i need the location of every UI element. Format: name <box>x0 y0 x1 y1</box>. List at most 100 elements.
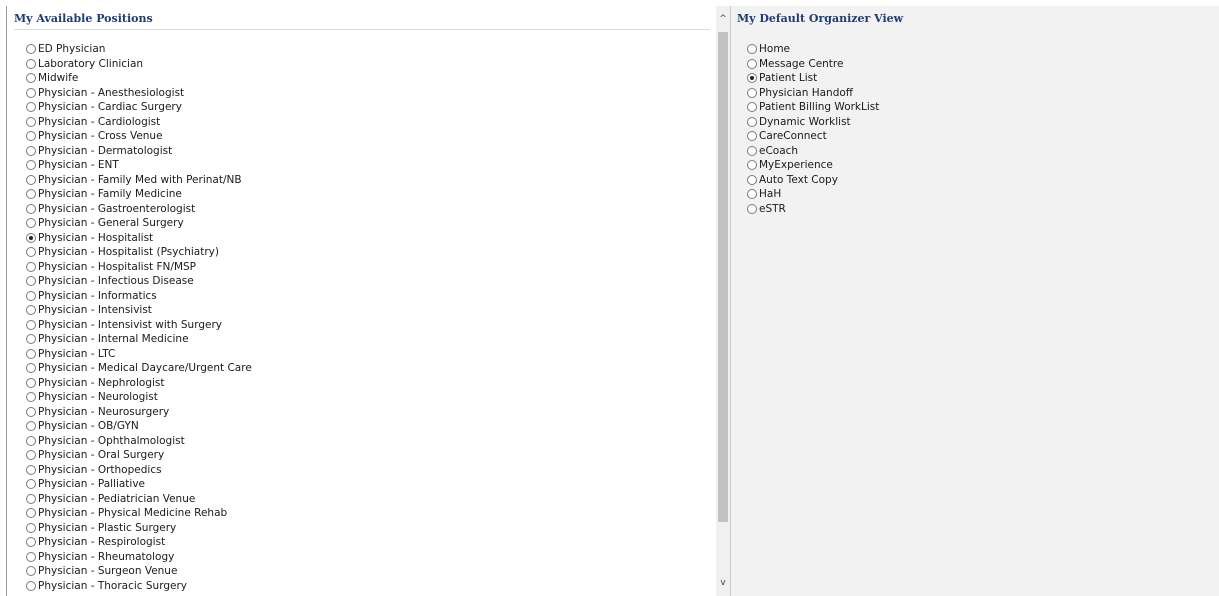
position-option[interactable]: Physician - Cardiac Surgery <box>26 100 252 115</box>
position-option[interactable]: Physician - Dermatologist <box>26 144 252 159</box>
radio-icon[interactable] <box>26 44 36 55</box>
position-option[interactable]: Physician - Informatics <box>26 289 252 304</box>
position-option[interactable]: Physician - Neurosurgery <box>26 405 252 420</box>
position-option[interactable]: Physician - Pediatrician Venue <box>26 492 252 507</box>
radio-icon[interactable] <box>26 551 36 562</box>
radio-icon[interactable] <box>26 406 36 417</box>
radio-icon[interactable] <box>26 334 36 345</box>
position-option[interactable]: Physician - Anesthesiologist <box>26 86 252 101</box>
position-option[interactable]: Physician - Family Med with Perinat/NB <box>26 173 252 188</box>
position-option[interactable]: Physician - Intensivist with Surgery <box>26 318 252 333</box>
radio-icon[interactable] <box>747 145 757 156</box>
position-option[interactable]: Physician - Ophthalmologist <box>26 434 252 449</box>
radio-icon[interactable] <box>26 261 36 272</box>
organizer-view-option[interactable]: Patient Billing WorkList <box>747 100 879 115</box>
position-option[interactable]: Physician - Internal Medicine <box>26 332 252 347</box>
position-option[interactable]: Physician - Orthopedics <box>26 463 252 478</box>
radio-icon[interactable] <box>26 479 36 490</box>
radio-selected-icon[interactable] <box>26 232 36 243</box>
radio-icon[interactable] <box>26 276 36 287</box>
radio-icon[interactable] <box>26 87 36 98</box>
organizer-view-option[interactable]: HaH <box>747 187 879 202</box>
radio-icon[interactable] <box>26 116 36 127</box>
radio-icon[interactable] <box>747 160 757 171</box>
radio-icon[interactable] <box>26 537 36 548</box>
radio-icon[interactable] <box>26 131 36 142</box>
radio-icon[interactable] <box>26 305 36 316</box>
position-option[interactable]: Physician - Thoracic Surgery <box>26 579 252 594</box>
scroll-thumb[interactable] <box>718 32 728 522</box>
position-option[interactable]: Physician - LTC <box>26 347 252 362</box>
chevron-up-icon[interactable]: ^ <box>716 12 730 26</box>
radio-icon[interactable] <box>747 44 757 55</box>
radio-icon[interactable] <box>26 174 36 185</box>
radio-icon[interactable] <box>747 58 757 69</box>
position-option[interactable]: Physician - OB/GYN <box>26 419 252 434</box>
position-option[interactable]: ED Physician <box>26 42 252 57</box>
position-option[interactable]: Physician - Plastic Surgery <box>26 521 252 536</box>
radio-icon[interactable] <box>747 116 757 127</box>
organizer-view-option[interactable]: Auto Text Copy <box>747 173 879 188</box>
position-option[interactable]: Physician - Gastroenterologist <box>26 202 252 217</box>
radio-icon[interactable] <box>26 73 36 84</box>
position-option[interactable]: Physician - Hospitalist (Psychiatry) <box>26 245 252 260</box>
radio-icon[interactable] <box>26 580 36 591</box>
position-option[interactable]: Physician - Family Medicine <box>26 187 252 202</box>
organizer-view-option[interactable]: Home <box>747 42 879 57</box>
position-option[interactable]: Physician - Respirologist <box>26 535 252 550</box>
organizer-view-option[interactable]: eCoach <box>747 144 879 159</box>
position-option[interactable]: Physician - Rheumatology <box>26 550 252 565</box>
position-option[interactable]: Midwife <box>26 71 252 86</box>
radio-icon[interactable] <box>26 160 36 171</box>
radio-icon[interactable] <box>747 174 757 185</box>
position-option[interactable]: Laboratory Clinician <box>26 57 252 72</box>
position-option[interactable]: Physician - Hospitalist <box>26 231 252 246</box>
organizer-view-option[interactable]: CareConnect <box>747 129 879 144</box>
organizer-view-option[interactable]: Dynamic Worklist <box>747 115 879 130</box>
position-option[interactable]: Physician - Surgeon Venue <box>26 564 252 579</box>
position-option[interactable]: Physician - Palliative <box>26 477 252 492</box>
radio-icon[interactable] <box>26 508 36 519</box>
organizer-view-option[interactable]: Physician Handoff <box>747 86 879 101</box>
radio-selected-icon[interactable] <box>747 73 757 84</box>
radio-icon[interactable] <box>26 218 36 229</box>
radio-icon[interactable] <box>26 464 36 475</box>
radio-icon[interactable] <box>26 189 36 200</box>
radio-icon[interactable] <box>26 247 36 258</box>
radio-icon[interactable] <box>26 58 36 69</box>
radio-icon[interactable] <box>26 203 36 214</box>
position-option[interactable]: Physician - Cross Venue <box>26 129 252 144</box>
radio-icon[interactable] <box>26 348 36 359</box>
position-option[interactable]: Physician - Physical Medicine Rehab <box>26 506 252 521</box>
position-option[interactable]: Physician - Hospitalist FN/MSP <box>26 260 252 275</box>
radio-icon[interactable] <box>26 377 36 388</box>
radio-icon[interactable] <box>26 566 36 577</box>
position-option[interactable]: Physician - Infectious Disease <box>26 274 252 289</box>
radio-icon[interactable] <box>26 435 36 446</box>
vertical-scrollbar[interactable]: ^ v <box>716 6 730 596</box>
position-option[interactable]: Physician - Neurologist <box>26 390 252 405</box>
radio-icon[interactable] <box>747 131 757 142</box>
radio-icon[interactable] <box>747 87 757 98</box>
radio-icon[interactable] <box>26 290 36 301</box>
radio-icon[interactable] <box>26 102 36 113</box>
radio-icon[interactable] <box>26 522 36 533</box>
radio-icon[interactable] <box>26 421 36 432</box>
position-option[interactable]: Physician - General Surgery <box>26 216 252 231</box>
position-option[interactable]: Physician - Nephrologist <box>26 376 252 391</box>
position-option[interactable]: Physician - ENT <box>26 158 252 173</box>
organizer-view-option[interactable]: Patient List <box>747 71 879 86</box>
organizer-view-option[interactable]: MyExperience <box>747 158 879 173</box>
radio-icon[interactable] <box>26 319 36 330</box>
position-option[interactable]: Physician - Cardiologist <box>26 115 252 130</box>
radio-icon[interactable] <box>747 203 757 214</box>
organizer-view-option[interactable]: Message Centre <box>747 57 879 72</box>
radio-icon[interactable] <box>747 189 757 200</box>
radio-icon[interactable] <box>26 392 36 403</box>
radio-icon[interactable] <box>26 363 36 374</box>
radio-icon[interactable] <box>26 450 36 461</box>
radio-icon[interactable] <box>747 102 757 113</box>
radio-icon[interactable] <box>26 493 36 504</box>
chevron-down-icon[interactable]: v <box>716 576 730 590</box>
organizer-view-option[interactable]: eSTR <box>747 202 879 217</box>
